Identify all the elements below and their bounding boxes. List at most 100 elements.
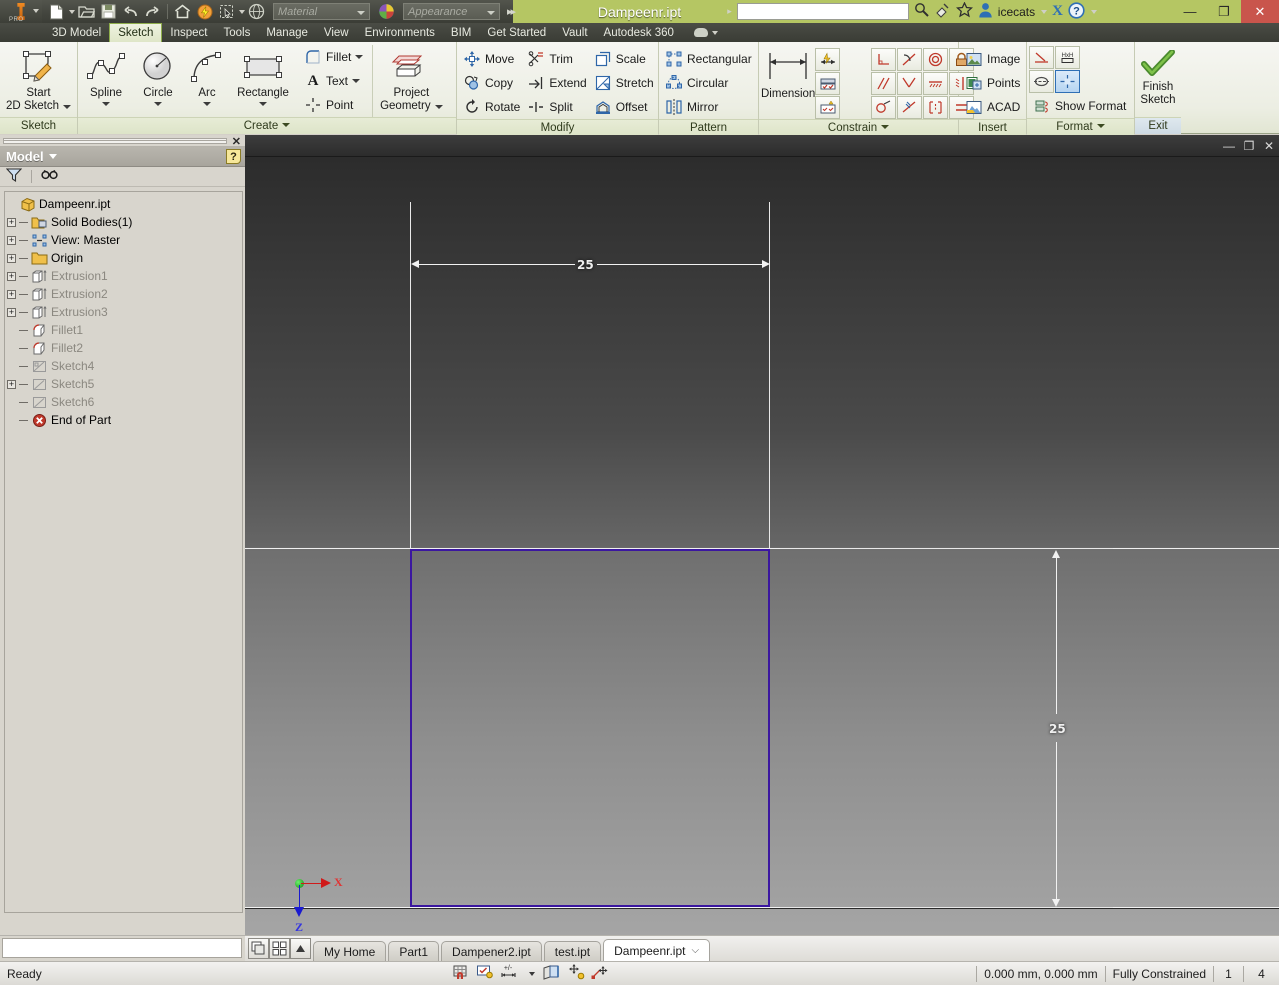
chevron-down-icon[interactable] <box>1096 124 1105 128</box>
coincident-constraint-icon[interactable] <box>897 72 923 95</box>
image-button[interactable]: Image <box>961 47 1023 71</box>
dof-display-icon[interactable] <box>591 964 611 983</box>
document-tab-test[interactable]: test.ipt <box>543 941 602 961</box>
chevron-down-icon[interactable] <box>203 102 211 106</box>
finish-sketch-button[interactable]: Finish Sketch <box>1137 45 1179 107</box>
appearance-sphere-icon[interactable] <box>376 1 397 22</box>
arc-button[interactable]: Arc <box>184 45 230 106</box>
move-button[interactable]: Move <box>459 47 523 71</box>
tree-item-origin[interactable]: + Origin <box>7 249 242 267</box>
circular-pattern-button[interactable]: Circular <box>661 71 755 95</box>
search-icon[interactable] <box>914 2 930 21</box>
chevron-down-icon[interactable] <box>69 9 75 14</box>
material-sphere-icon[interactable] <box>246 1 267 22</box>
tree-item-extrusion1[interactable]: + Extrusion1 <box>7 267 242 285</box>
horizontal-constraint-icon[interactable] <box>923 72 949 95</box>
rotate-button[interactable]: Rotate <box>459 95 523 119</box>
tab-environments[interactable]: Environments <box>357 23 443 42</box>
show-constraints-icon[interactable] <box>815 96 841 119</box>
mirror-button[interactable]: Mirror <box>661 95 755 119</box>
project-geometry-button[interactable]: Project Geometry <box>373 45 449 113</box>
chevron-down-icon[interactable] <box>48 154 57 159</box>
arrange-windows-button[interactable] <box>269 938 290 959</box>
tree-item-fillet1[interactable]: Fillet1 <box>7 321 242 339</box>
vertical-dim-line-top[interactable] <box>1056 553 1057 714</box>
symmetric-constraint-icon[interactable] <box>897 96 923 119</box>
horizontal-dim-line-left[interactable] <box>415 264 575 265</box>
extend-button[interactable]: Extend <box>523 71 589 95</box>
material-combobox[interactable]: Material <box>273 3 370 20</box>
tree-item-view-master[interactable]: + View: Master <box>7 231 242 249</box>
tab-autodesk-360[interactable]: Autodesk 360 <box>596 23 682 42</box>
text-button[interactable]: A Text <box>300 69 366 93</box>
chevron-down-icon[interactable] <box>259 102 267 106</box>
collinear-constraint-icon[interactable] <box>923 96 949 119</box>
centerline-icon[interactable] <box>1029 70 1054 93</box>
expand-icon[interactable]: + <box>7 235 16 245</box>
tab-get-started[interactable]: Get Started <box>479 23 554 42</box>
new-file-button[interactable] <box>46 1 67 22</box>
document-restore-button[interactable]: ❐ <box>1239 137 1259 155</box>
chevron-right-icon[interactable]: ▸ <box>727 6 732 17</box>
point-button[interactable]: Point <box>300 93 366 117</box>
model-tree[interactable]: Dampeenr.ipt + Solid Bodies(1) + View: M… <box>4 191 243 913</box>
tab-vault[interactable]: Vault <box>554 23 595 42</box>
application-menu-button[interactable]: PRO <box>0 0 42 23</box>
show-format-button[interactable]: Show Format <box>1029 94 1129 118</box>
favorites-star-icon[interactable] <box>955 1 973 21</box>
tree-item-end-of-part[interactable]: End of Part <box>7 411 242 429</box>
chevron-down-icon[interactable] <box>239 9 245 14</box>
search-input[interactable] <box>736 3 909 20</box>
expand-icon[interactable]: + <box>7 253 16 263</box>
save-file-button[interactable] <box>98 1 119 22</box>
help-badge[interactable]: ? <box>226 149 241 164</box>
tab-sketch[interactable]: Sketch <box>109 23 163 42</box>
document-tab-my-home[interactable]: My Home <box>313 941 387 961</box>
redo-button[interactable] <box>142 1 163 22</box>
vertical-dim-line-bottom[interactable] <box>1056 742 1057 902</box>
expand-icon[interactable]: + <box>7 271 16 281</box>
user-name-label[interactable]: icecats <box>998 5 1035 19</box>
start-2d-sketch-button[interactable]: Start 2D Sketch <box>2 45 75 113</box>
tab-view[interactable]: View <box>316 23 357 42</box>
tile-windows-button[interactable] <box>248 938 269 959</box>
browser-header[interactable]: Model ? <box>0 147 245 167</box>
home-button[interactable] <box>172 1 193 22</box>
scroll-tabs-up-button[interactable] <box>290 938 311 959</box>
chevron-down-icon[interactable] <box>282 123 291 127</box>
construction-line-icon[interactable] <box>1029 46 1054 69</box>
stretch-button[interactable]: Stretch <box>590 71 657 95</box>
tab-tools[interactable]: Tools <box>215 23 258 42</box>
degrees-of-freedom-icon[interactable] <box>567 964 585 983</box>
tab-manage[interactable]: Manage <box>258 23 316 42</box>
tree-item-sketch5[interactable]: + Sketch5 <box>7 375 242 393</box>
close-button[interactable]: ✕ <box>1241 0 1279 23</box>
document-tab-dampener2[interactable]: Dampener2.ipt <box>441 941 542 961</box>
expand-icon[interactable]: + <box>7 379 16 389</box>
horizontal-dimension-value[interactable]: 25 <box>577 258 594 272</box>
tangent-constraint-icon[interactable] <box>897 48 923 71</box>
grid-snap-icon[interactable] <box>452 964 470 983</box>
find-icon[interactable] <box>41 168 58 185</box>
fillet-button[interactable]: Fillet <box>300 45 366 69</box>
dimension-button[interactable]: Dimension <box>761 46 815 101</box>
smooth-constraint-icon[interactable] <box>871 96 897 119</box>
satellite-dish-icon[interactable] <box>935 2 951 21</box>
chevron-down-icon[interactable] <box>154 102 162 106</box>
vertical-dimension-value[interactable]: 25 <box>1049 722 1066 736</box>
tree-item-sketch6[interactable]: Sketch6 <box>7 393 242 411</box>
tree-item-fillet2[interactable]: Fillet2 <box>7 339 242 357</box>
chevron-down-icon[interactable] <box>355 55 364 59</box>
tree-item-extrusion3[interactable]: + Extrusion3 <box>7 303 242 321</box>
chevron-down-icon[interactable] <box>1091 9 1097 14</box>
copy-button[interactable]: Copy <box>459 71 523 95</box>
constraint-settings-icon[interactable] <box>815 72 841 95</box>
tab-bim[interactable]: BIM <box>443 23 479 42</box>
tab-3d-model[interactable]: 3D Model <box>44 23 109 42</box>
undo-button[interactable] <box>120 1 141 22</box>
open-file-button[interactable] <box>76 1 97 22</box>
tree-item-part[interactable]: Dampeenr.ipt <box>7 195 242 213</box>
tree-item-extrusion2[interactable]: + Extrusion2 <box>7 285 242 303</box>
spline-button[interactable]: Spline <box>80 45 132 106</box>
autodesk-exchange-icon[interactable]: X <box>1052 3 1063 20</box>
